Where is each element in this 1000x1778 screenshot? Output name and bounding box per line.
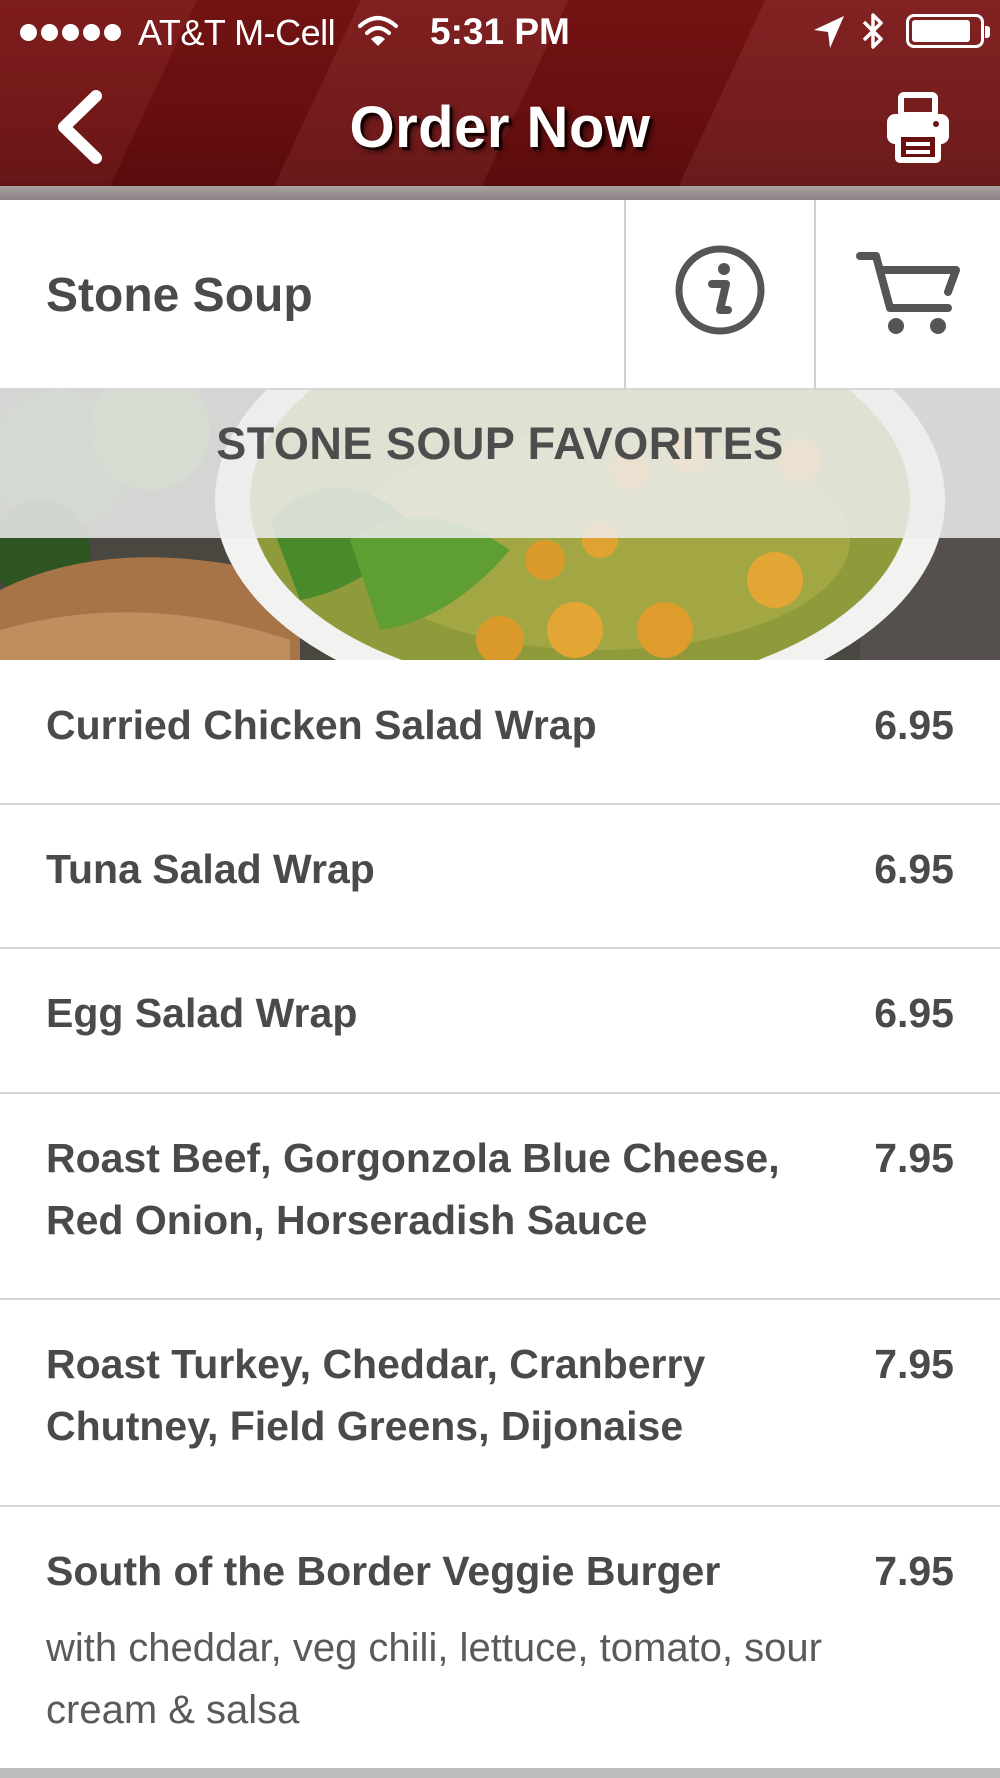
bottom-strip bbox=[0, 1768, 1000, 1778]
info-button[interactable] bbox=[626, 200, 814, 390]
item-description: with cheddar, veg chili, lettuce, tomato… bbox=[46, 1626, 822, 1732]
app-header: AT&T M-Cell 5:31 PM Order Now bbox=[0, 0, 1000, 200]
menu-list: Curried Chicken Salad Wrap 6.95 Tuna Sal… bbox=[0, 660, 1000, 1768]
item-name: South of the Border Veggie Burger bbox=[46, 1548, 721, 1594]
restaurant-name: Stone Soup bbox=[46, 269, 313, 322]
category-banner: STONE SOUP FAVORITES bbox=[0, 390, 1000, 660]
menu-item[interactable]: Egg Salad Wrap 6.95 bbox=[0, 949, 1000, 1094]
menu-item[interactable]: Tuna Salad Wrap 6.95 bbox=[0, 805, 1000, 949]
category-title: STONE SOUP FAVORITES bbox=[216, 418, 784, 469]
menu-item[interactable]: Roast Turkey, Cheddar, Cranberry Chutney… bbox=[0, 1300, 1000, 1507]
item-name: Roast Turkey, Cheddar, Cranberry Chutney… bbox=[46, 1341, 706, 1449]
item-name: Roast Beef, Gorgonzola Blue Cheese, Red … bbox=[46, 1135, 780, 1243]
item-price: 7.95 bbox=[874, 1135, 954, 1181]
restaurant-bar: Stone Soup bbox=[0, 200, 1000, 390]
menu-item[interactable]: Curried Chicken Salad Wrap 6.95 bbox=[0, 660, 1000, 805]
info-icon bbox=[675, 245, 765, 335]
status-bar: AT&T M-Cell 5:31 PM bbox=[0, 0, 1000, 64]
item-price: 6.95 bbox=[874, 846, 954, 892]
item-name: Egg Salad Wrap bbox=[46, 990, 358, 1036]
item-price: 7.95 bbox=[874, 1341, 954, 1387]
item-name: Tuna Salad Wrap bbox=[46, 846, 375, 892]
item-price: 7.95 bbox=[874, 1548, 954, 1594]
page-title: Order Now bbox=[349, 95, 651, 160]
bluetooth-icon bbox=[862, 13, 883, 49]
menu-item[interactable]: Roast Beef, Gorgonzola Blue Cheese, Red … bbox=[0, 1094, 1000, 1300]
carrier-name: AT&T M-Cell bbox=[138, 12, 336, 53]
print-button[interactable] bbox=[884, 92, 952, 164]
menu-item[interactable]: South of the Border Veggie Burger 7.95 w… bbox=[0, 1507, 1000, 1768]
cart-icon bbox=[856, 252, 960, 334]
status-time: 5:31 PM bbox=[430, 11, 570, 52]
item-price: 6.95 bbox=[874, 990, 954, 1036]
battery-icon bbox=[906, 14, 990, 48]
cart-button[interactable] bbox=[816, 200, 1000, 390]
item-name: Curried Chicken Salad Wrap bbox=[46, 702, 597, 748]
location-arrow-icon bbox=[814, 16, 844, 48]
signal-strength-icon bbox=[20, 24, 121, 41]
item-price: 6.95 bbox=[874, 702, 954, 748]
wifi-icon bbox=[358, 16, 398, 46]
